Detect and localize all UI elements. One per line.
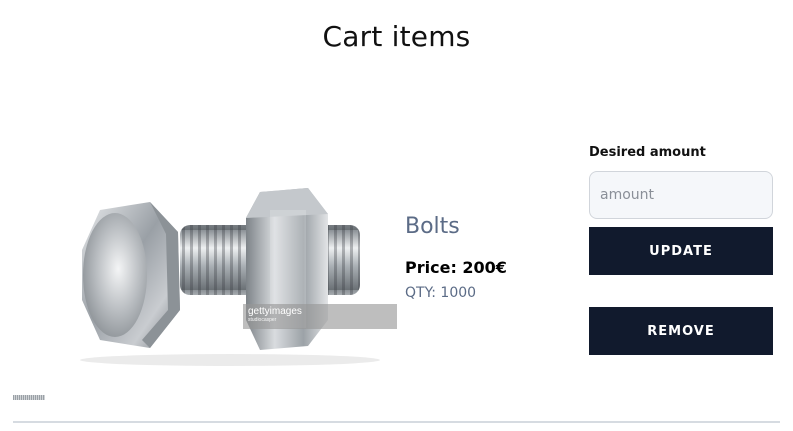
update-button[interactable]: UPDATE [589, 227, 773, 275]
page-title: Cart items [322, 20, 471, 53]
product-image: gettyimages studiocasper [70, 170, 400, 370]
amount-input[interactable] [589, 171, 773, 219]
remove-button[interactable]: REMOVE [589, 307, 773, 355]
watermark-brand: gettyimages [248, 306, 302, 317]
desired-amount-label: Desired amount [589, 145, 706, 160]
watermark-credit: studiocasper [248, 317, 277, 323]
product-price: Price: 200€ [405, 258, 507, 277]
cart-page: Cart items gettyimages studiocasper Bolt… [0, 0, 793, 431]
item-divider [13, 421, 780, 423]
product-qty: QTY: 1000 [405, 285, 477, 301]
product-name: Bolts [405, 214, 460, 239]
watermark: gettyimages studiocasper [243, 304, 397, 329]
drag-handle[interactable] [13, 395, 45, 400]
bolt-image [80, 188, 380, 366]
